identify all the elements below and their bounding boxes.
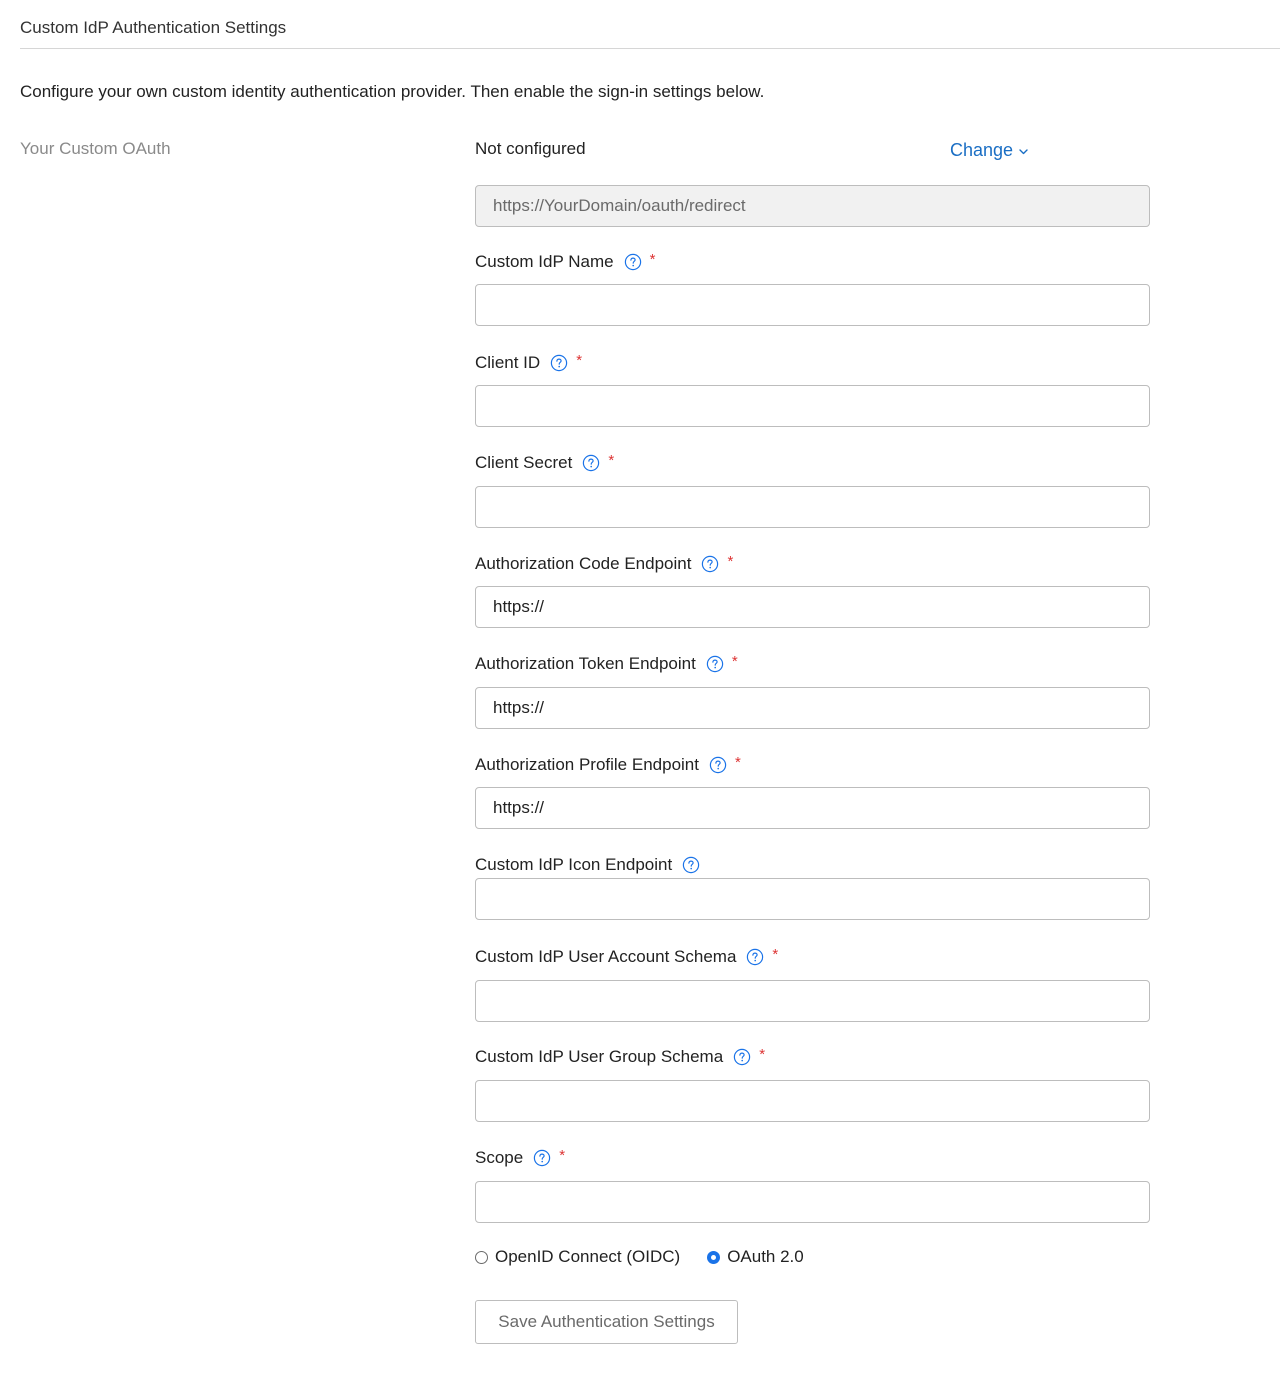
help-circle-icon[interactable] — [746, 948, 764, 966]
user-account-schema-label-text: Custom IdP User Account Schema — [475, 947, 737, 966]
client-secret-label: Client Secret * — [475, 451, 615, 473]
user-group-schema-label-text: Custom IdP User Group Schema — [475, 1047, 724, 1066]
change-link-label: Change — [950, 140, 1014, 160]
protocol-option-oidc[interactable]: OpenID Connect (OIDC) — [475, 1247, 680, 1267]
idp-name-label: Custom IdP Name * — [475, 250, 656, 272]
protocol-option-oauth2[interactable]: OAuth 2.0 — [707, 1247, 804, 1267]
help-circle-icon[interactable] — [733, 1048, 751, 1066]
user-group-schema-input[interactable] — [475, 1080, 1150, 1122]
auth-code-endpoint-input[interactable] — [475, 586, 1150, 628]
redirect-url-field[interactable] — [475, 185, 1150, 227]
oauth-side-label: Your Custom OAuth — [20, 139, 171, 158]
oauth2-radio-label: OAuth 2.0 — [727, 1247, 804, 1266]
help-circle-icon[interactable] — [550, 354, 568, 372]
oauth2-radio[interactable] — [707, 1250, 721, 1264]
required-marker: * — [559, 1146, 566, 1164]
required-marker: * — [608, 451, 615, 469]
section-divider — [20, 48, 1280, 49]
idp-name-label-text: Custom IdP Name — [475, 252, 614, 271]
protocol-radio-group: OpenID Connect (OIDC) OAuth 2.0 — [475, 1247, 804, 1267]
icon-endpoint-label-text: Custom IdP Icon Endpoint — [475, 855, 673, 874]
required-marker: * — [731, 652, 738, 670]
oidc-radio[interactable] — [475, 1250, 488, 1264]
scope-label-text: Scope — [475, 1148, 524, 1167]
auth-profile-endpoint-input[interactable] — [475, 787, 1150, 829]
client-secret-input[interactable] — [475, 486, 1150, 528]
auth-token-endpoint-label-text: Authorization Token Endpoint — [475, 654, 696, 673]
user-account-schema-label: Custom IdP User Account Schema * — [475, 945, 779, 967]
required-marker: * — [576, 351, 583, 369]
section-description: Configure your own custom identity authe… — [20, 82, 765, 101]
auth-token-endpoint-label: Authorization Token Endpoint * — [475, 652, 738, 674]
auth-code-endpoint-label: Authorization Code Endpoint * — [475, 552, 734, 574]
user-account-schema-input[interactable] — [475, 980, 1150, 1022]
help-circle-icon[interactable] — [582, 454, 600, 472]
help-circle-icon[interactable] — [624, 253, 642, 271]
icon-endpoint-label: Custom IdP Icon Endpoint — [475, 855, 700, 875]
required-marker: * — [727, 552, 734, 570]
scope-input[interactable] — [475, 1181, 1150, 1223]
required-marker: * — [734, 753, 741, 771]
user-group-schema-label: Custom IdP User Group Schema * — [475, 1045, 766, 1067]
auth-token-endpoint-input[interactable] — [475, 687, 1150, 729]
change-dropdown-link[interactable]: Change — [950, 140, 1029, 161]
auth-profile-endpoint-label-text: Authorization Profile Endpoint — [475, 755, 699, 774]
chevron-down-icon — [1019, 149, 1028, 155]
icon-endpoint-input[interactable] — [475, 878, 1150, 920]
oidc-radio-label: OpenID Connect (OIDC) — [495, 1247, 681, 1266]
client-id-label-text: Client ID — [475, 353, 541, 372]
help-circle-icon[interactable] — [701, 555, 719, 573]
client-id-input[interactable] — [475, 385, 1150, 427]
client-id-label: Client ID * — [475, 351, 583, 373]
help-circle-icon[interactable] — [533, 1149, 551, 1167]
section-title: Custom IdP Authentication Settings — [20, 18, 287, 37]
help-circle-icon[interactable] — [682, 856, 700, 874]
required-marker: * — [649, 250, 656, 268]
client-secret-label-text: Client Secret — [475, 453, 573, 472]
auth-profile-endpoint-label: Authorization Profile Endpoint * — [475, 753, 741, 775]
idp-name-input[interactable] — [475, 284, 1150, 326]
save-authentication-settings-button[interactable]: Save Authentication Settings — [475, 1300, 738, 1344]
oauth-status: Not configured — [475, 139, 586, 158]
auth-code-endpoint-label-text: Authorization Code Endpoint — [475, 554, 692, 573]
custom-idp-settings-page: Custom IdP Authentication Settings Confi… — [0, 0, 1280, 1377]
scope-label: Scope * — [475, 1146, 566, 1168]
help-circle-icon[interactable] — [706, 655, 724, 673]
required-marker: * — [759, 1045, 766, 1063]
required-marker: * — [772, 945, 779, 963]
help-circle-icon[interactable] — [709, 756, 727, 774]
